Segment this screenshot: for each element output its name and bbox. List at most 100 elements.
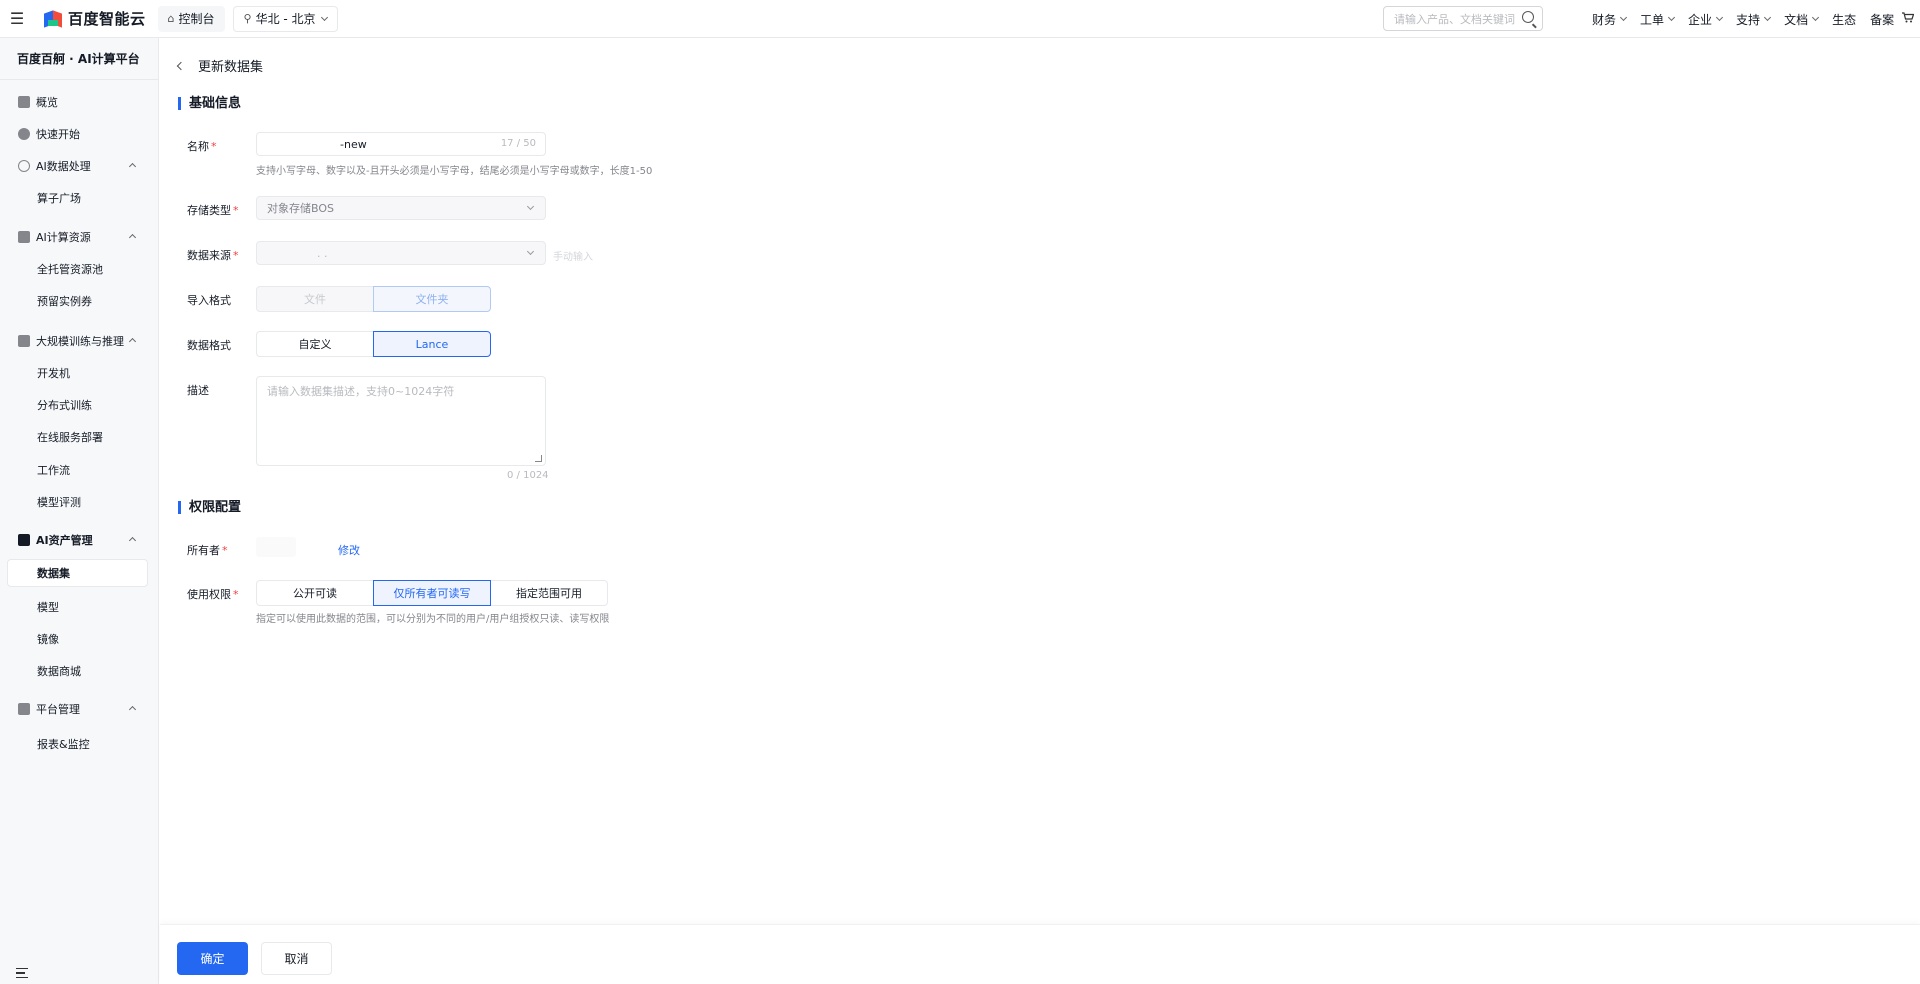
usage-owner-only[interactable]: 仅所有者可读写 bbox=[373, 580, 491, 606]
chevron-down-icon bbox=[1667, 13, 1676, 22]
chevron-down-icon bbox=[526, 202, 535, 211]
menu-support[interactable]: 支持 bbox=[1736, 11, 1772, 28]
baidu-cloud-logo-icon bbox=[44, 9, 62, 28]
sidebar-item-operator-square[interactable]: 算子广场 bbox=[0, 184, 159, 212]
required-mark: * bbox=[233, 249, 239, 262]
sidebar-item-label: 算子广场 bbox=[37, 192, 81, 205]
page-title: 更新数据集 bbox=[198, 60, 264, 75]
usage-public-read[interactable]: 公开可读 bbox=[256, 580, 374, 606]
cart-icon[interactable] bbox=[1902, 12, 1914, 23]
owner-edit-link[interactable]: 修改 bbox=[338, 542, 360, 558]
menu-enterprise[interactable]: 企业 bbox=[1688, 11, 1724, 28]
form-footer: 确定 取消 bbox=[160, 924, 1920, 984]
sidebar-item-model-eval[interactable]: 模型评测 bbox=[0, 488, 159, 516]
chevron-down-icon bbox=[320, 13, 328, 21]
chevron-up-icon bbox=[128, 705, 137, 714]
data-format-lance[interactable]: Lance bbox=[373, 331, 491, 357]
sidebar-item-label: 数据商城 bbox=[37, 665, 81, 678]
global-search-input[interactable]: 请输入产品、文档关键词 bbox=[1383, 6, 1543, 31]
sidebar-item-data-mall[interactable]: 数据商城 bbox=[0, 657, 159, 685]
data-source-value: . . bbox=[317, 246, 328, 260]
console-button[interactable]: ⌂ 控制台 bbox=[157, 5, 225, 32]
search-icon[interactable] bbox=[1522, 11, 1534, 23]
data-source-select[interactable]: . . bbox=[256, 241, 546, 265]
resize-handle-icon[interactable] bbox=[535, 455, 542, 462]
menu-finance-label: 财务 bbox=[1592, 12, 1617, 27]
usage-permission-label-text: 使用权限 bbox=[187, 588, 231, 601]
section-basic-info: 基础信息 bbox=[178, 97, 241, 110]
sidebar-group-training-inference[interactable]: 大规模训练与推理 bbox=[0, 327, 159, 355]
sidebar-item-label: 模型 bbox=[37, 601, 59, 614]
sidebar-item-label: 在线服务部署 bbox=[37, 431, 103, 444]
usage-permission-hint: 指定可以使用此数据的范围，可以分别为不同的用户/用户组授权只读、读写权限 bbox=[256, 614, 610, 625]
sidebar-item-overview[interactable]: 概览 bbox=[0, 88, 159, 116]
back-arrow-icon[interactable] bbox=[176, 61, 186, 70]
data-format-custom[interactable]: 自定义 bbox=[256, 331, 374, 357]
menu-docs[interactable]: 文档 bbox=[1784, 11, 1820, 28]
sidebar-item-label: AI资产管理 bbox=[36, 534, 93, 547]
cancel-button[interactable]: 取消 bbox=[261, 942, 332, 975]
manual-input-link[interactable]: 手动输入 bbox=[553, 248, 593, 263]
sidebar-group-ai-assets[interactable]: AI资产管理 bbox=[0, 526, 159, 554]
description-char-count: 0 / 1024 bbox=[507, 470, 549, 481]
region-selector[interactable]: ⚲ 华北 - 北京 bbox=[232, 5, 338, 32]
sidebar-group-ai-data[interactable]: AI数据处理 bbox=[0, 152, 159, 180]
brand-logo[interactable]: 百度智能云 bbox=[44, 8, 146, 29]
sidebar-item-model[interactable]: 模型 bbox=[0, 593, 159, 621]
menu-enterprise-label: 企业 bbox=[1688, 12, 1713, 27]
name-input[interactable]: -new 17 / 50 bbox=[256, 132, 546, 156]
chevron-up-icon bbox=[128, 233, 137, 242]
confirm-button[interactable]: 确定 bbox=[177, 942, 248, 975]
sidebar-item-label: AI数据处理 bbox=[36, 160, 91, 173]
required-mark: * bbox=[211, 140, 217, 153]
sidebar-item-label: 工作流 bbox=[37, 464, 70, 477]
import-format-folder[interactable]: 文件夹 bbox=[373, 286, 491, 312]
sidebar-item-quick-start[interactable]: 快速开始 bbox=[0, 120, 159, 148]
sidebar-item-label: 概览 bbox=[36, 96, 58, 109]
menu-ecosystem-label: 生态 bbox=[1832, 12, 1857, 27]
sidebar-item-label: 全托管资源池 bbox=[37, 263, 103, 276]
usage-specified-scope[interactable]: 指定范围可用 bbox=[490, 580, 608, 606]
home-outline-icon: ⌂ bbox=[167, 12, 175, 25]
menu-finance[interactable]: 财务 bbox=[1592, 11, 1628, 28]
sidebar-group-ai-compute[interactable]: AI计算资源 bbox=[0, 223, 159, 251]
sidebar-item-reserved-voucher[interactable]: 预留实例券 bbox=[0, 287, 159, 315]
collapse-sidebar-icon[interactable] bbox=[16, 968, 28, 978]
monitor-icon bbox=[18, 335, 30, 347]
layers-icon bbox=[18, 703, 30, 715]
sidebar-item-label: 模型评测 bbox=[37, 496, 81, 509]
sidebar-group-platform[interactable]: 平台管理 bbox=[0, 695, 159, 723]
menu-ticket[interactable]: 工单 bbox=[1640, 11, 1676, 28]
storage-type-select[interactable]: 对象存储BOS bbox=[256, 196, 546, 220]
sidebar-item-dev-machine[interactable]: 开发机 bbox=[0, 359, 159, 387]
menu-filing[interactable]: 备案 bbox=[1870, 11, 1894, 28]
sidebar-item-label: 镜像 bbox=[37, 633, 59, 646]
description-textarea[interactable]: 请输入数据集描述，支持0~1024字符 bbox=[256, 376, 546, 466]
chevron-down-icon bbox=[526, 247, 535, 256]
location-icon: ⚲ bbox=[243, 12, 252, 25]
menu-icon[interactable]: ☰ bbox=[0, 0, 34, 38]
name-input-value: -new bbox=[340, 137, 367, 151]
brand-name: 百度智能云 bbox=[68, 10, 146, 28]
sidebar-item-reports[interactable]: 报表&监控 bbox=[0, 730, 159, 758]
required-mark: * bbox=[233, 588, 239, 601]
sidebar-item-label: 开发机 bbox=[37, 367, 70, 380]
sidebar-item-distributed-training[interactable]: 分布式训练 bbox=[0, 391, 159, 419]
name-char-count: 17 / 50 bbox=[500, 138, 536, 149]
sidebar-item-image[interactable]: 镜像 bbox=[0, 625, 159, 653]
sidebar-item-managed-pool[interactable]: 全托管资源池 bbox=[0, 255, 159, 283]
required-mark: * bbox=[222, 544, 228, 557]
import-format-file[interactable]: 文件 bbox=[256, 286, 374, 312]
storage-type-label-text: 存储类型 bbox=[187, 204, 231, 217]
chevron-down-icon bbox=[1812, 13, 1820, 22]
sidebar-item-label: 分布式训练 bbox=[37, 399, 92, 412]
menu-support-label: 支持 bbox=[1736, 12, 1761, 27]
menu-ecosystem[interactable]: 生态 bbox=[1832, 11, 1856, 28]
home-icon bbox=[18, 96, 30, 108]
sidebar: 百度百舸 · AI计算平台 概览 快速开始 AI数据处理 算子广场 AI计算资源… bbox=[0, 38, 159, 984]
main-content: 更新数据集 基础信息 名称 * -new 17 / 50 支持小写字母、数字以及-… bbox=[160, 38, 1920, 984]
sidebar-item-workflow[interactable]: 工作流 bbox=[0, 456, 159, 484]
sidebar-item-dataset[interactable]: 数据集 bbox=[7, 559, 148, 587]
sidebar-item-online-serving[interactable]: 在线服务部署 bbox=[0, 423, 159, 451]
console-label: 控制台 bbox=[178, 12, 215, 26]
